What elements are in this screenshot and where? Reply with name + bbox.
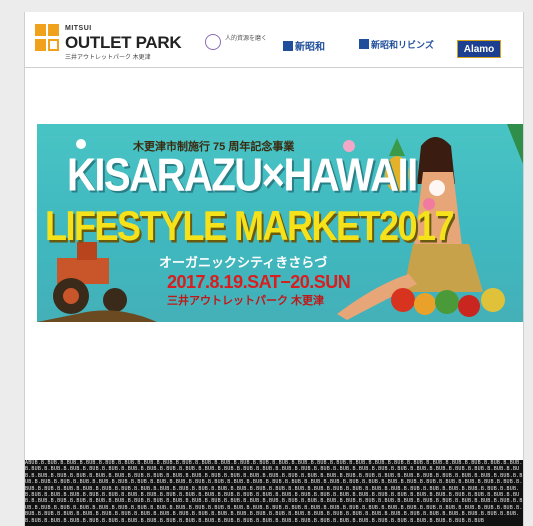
sponsor-3-link[interactable]: 新昭和リビンズ [359, 38, 434, 51]
banner-venue: 三井アウトレットパーク 木更津 [167, 295, 325, 307]
sponsor-bar: MITSUI OUTLET PARK 三井アウトレットパーク 木更津 人的資源を… [25, 12, 523, 68]
sponsor-3-label: 新昭和リビンズ [371, 40, 434, 50]
sponsor-1-label[interactable]: 人的資源を磨く [225, 36, 267, 43]
banner-subtitle: オーガニックシティきさらづ [159, 255, 328, 270]
banner-title-line2: LIFESTYLE MARKET2017 [45, 202, 455, 250]
outlet-brand-top: MITSUI [65, 25, 92, 32]
banner-title-line1: KISARAZU×HAWAII [67, 150, 418, 201]
outlet-park-logo-icon [35, 24, 61, 54]
shinshowa-logo-icon [283, 41, 293, 51]
sponsor-4-alamo-logo[interactable]: Alamo [457, 40, 501, 58]
outlet-brand-name[interactable]: OUTLET PARK [65, 33, 182, 53]
sponsor-2-label: 新昭和 [295, 42, 325, 53]
footer-pattern-strip: ABUB.B.BUB.B.BUB.B.BUB.B.BUB.B.BUB.B.BUB… [25, 460, 523, 526]
outlet-brand-sub: 三井アウトレットパーク 木更津 [65, 55, 151, 61]
event-banner[interactable]: 木更津市制施行 75 周年記念事業 KISARAZU×HAWAII LIFEST… [37, 124, 523, 322]
shinshowa-livins-logo-icon [359, 39, 369, 49]
banner-date: 2017.8.19.SAT−20.SUN [167, 272, 351, 292]
sponsor-2-link[interactable]: 新昭和 [283, 38, 325, 53]
sponsor-1-logo-icon [205, 34, 221, 50]
page-content: MITSUI OUTLET PARK 三井アウトレットパーク 木更津 人的資源を… [24, 12, 524, 526]
